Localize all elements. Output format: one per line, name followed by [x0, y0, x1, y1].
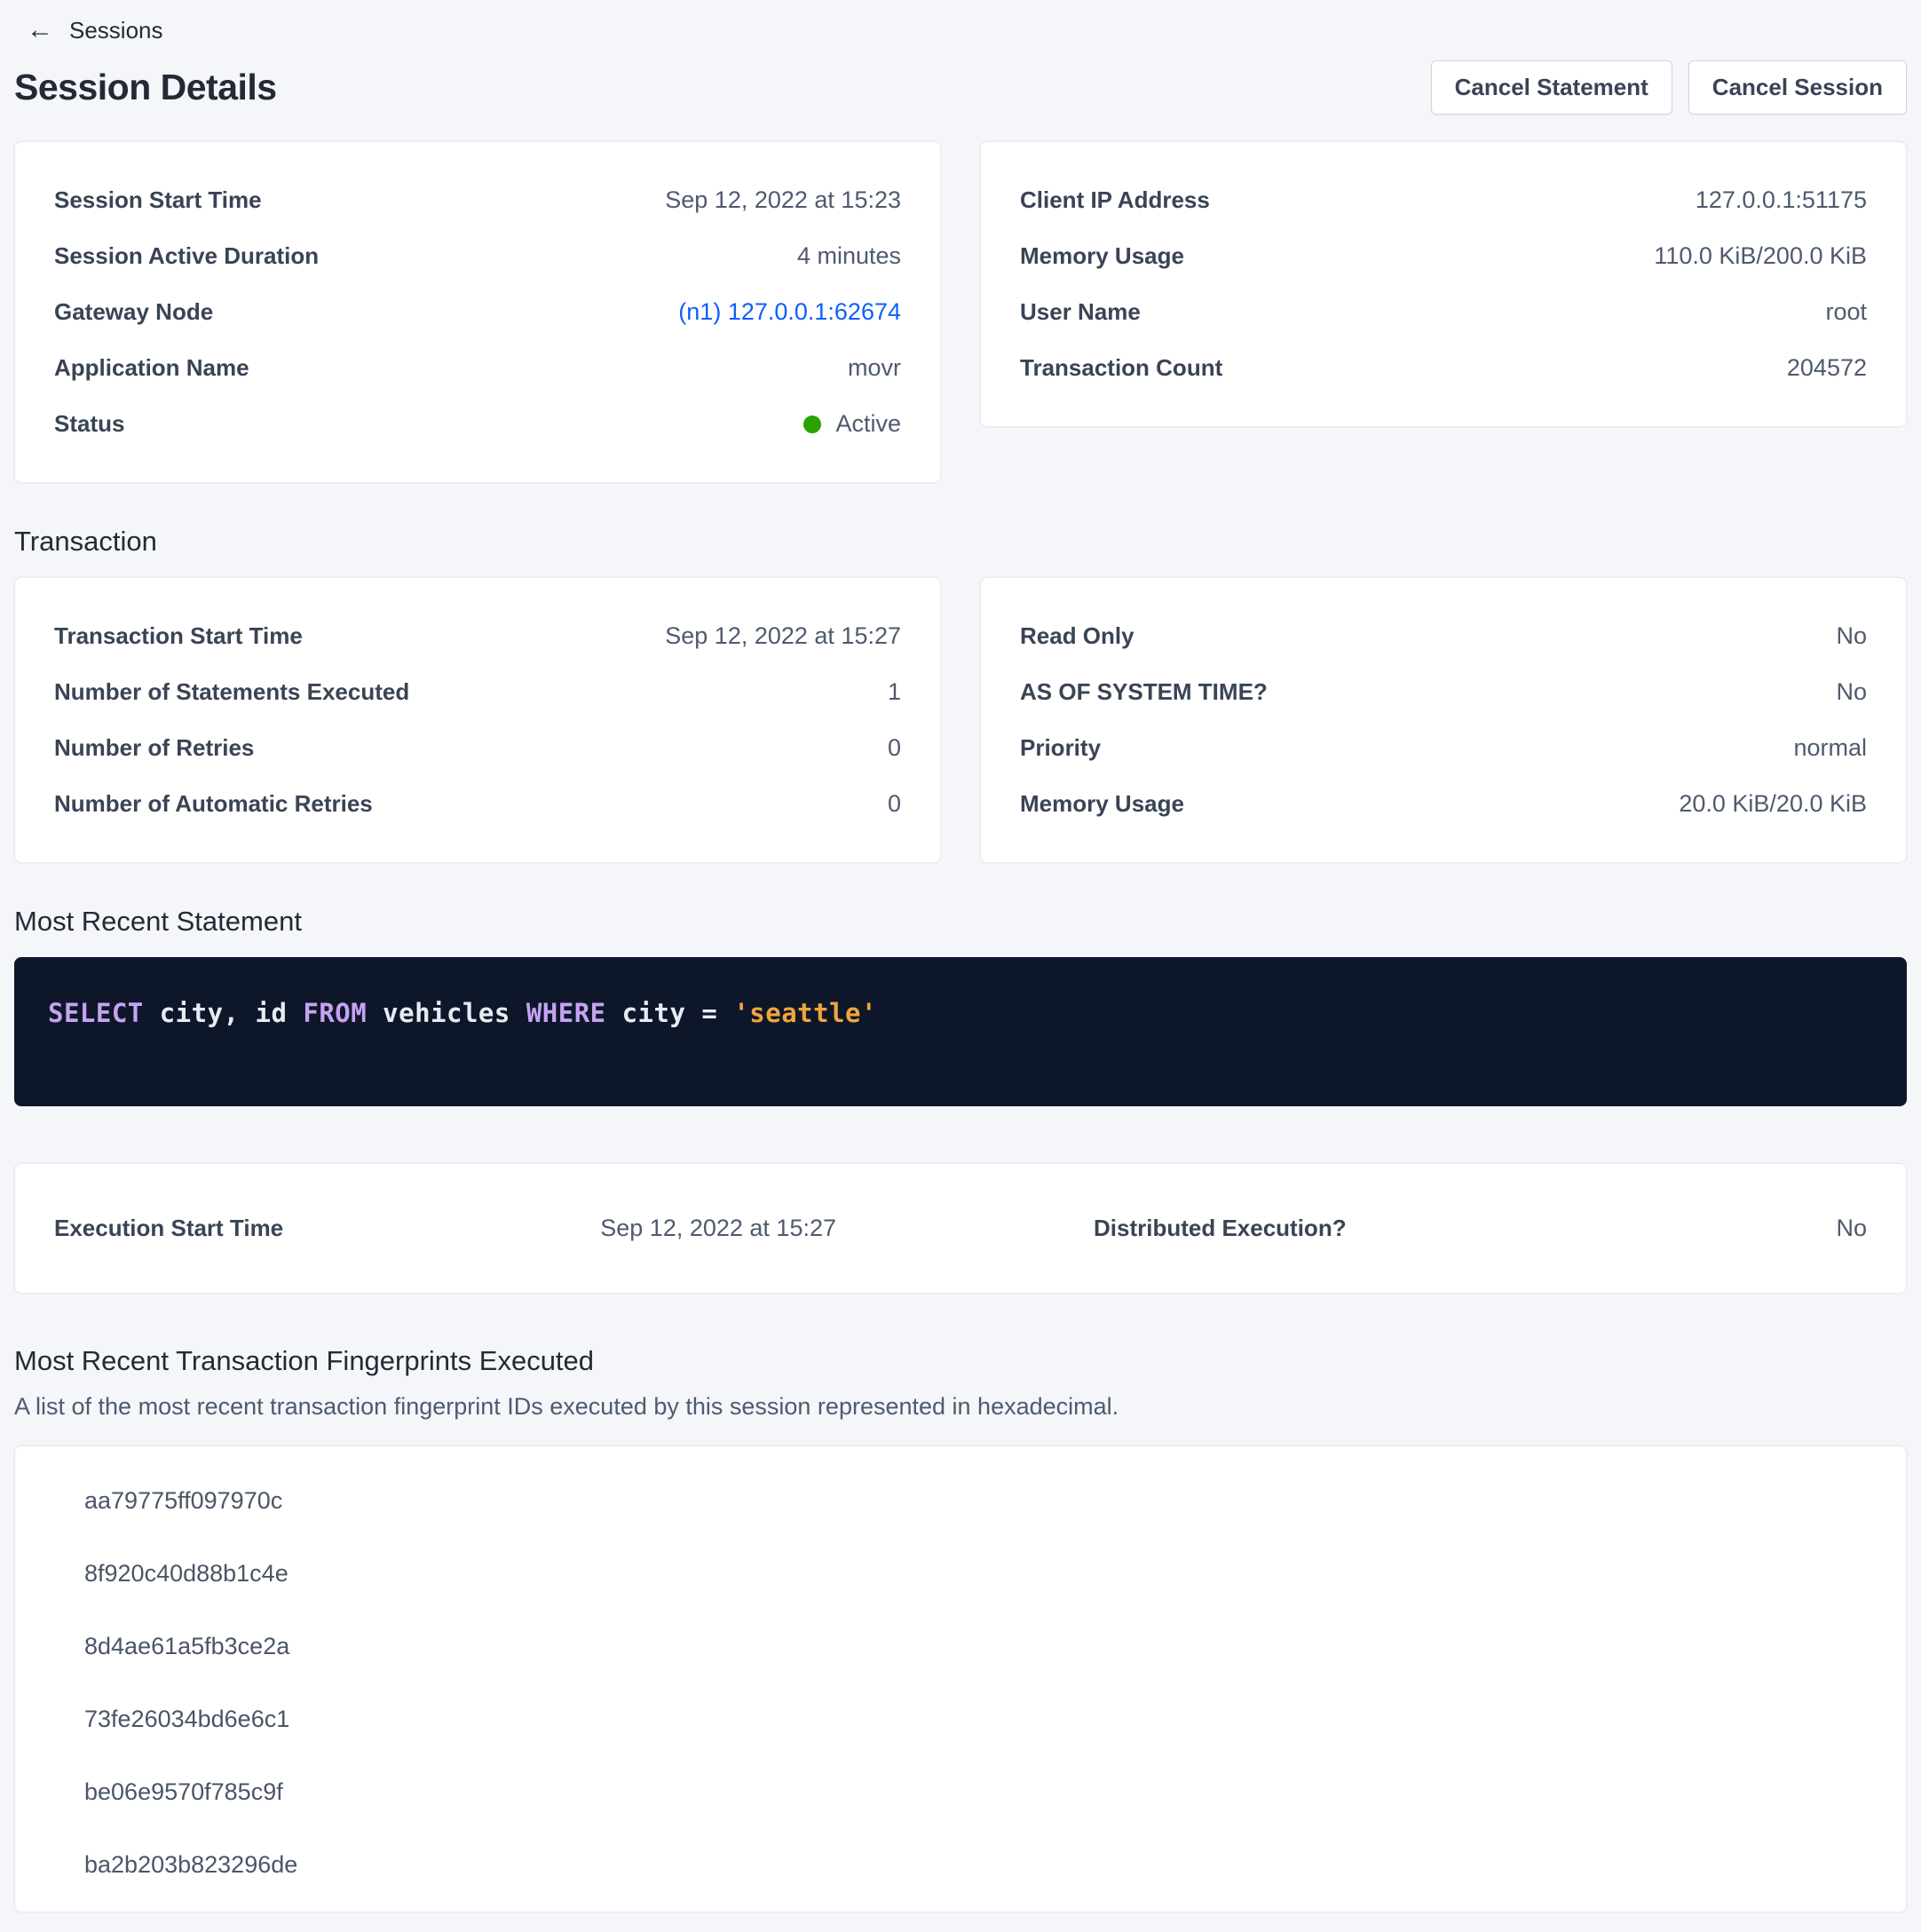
session-active-duration-label: Session Active Duration	[54, 242, 319, 270]
sql-keyword: WHERE	[526, 998, 606, 1028]
back-arrow-icon: ←	[27, 17, 53, 44]
priority-row: Priority normal	[1020, 720, 1867, 776]
sql-string-literal: 'seattle'	[733, 998, 877, 1028]
session-info-card-right: Client IP Address 127.0.0.1:51175 Memory…	[980, 141, 1907, 427]
session-info-card-left: Session Start Time Sep 12, 2022 at 15:23…	[14, 141, 941, 483]
application-name-value: movr	[848, 354, 901, 382]
distributed-execution-value: No	[1836, 1215, 1867, 1242]
read-only-value: No	[1836, 622, 1867, 650]
automatic-retries-row: Number of Automatic Retries 0	[54, 776, 901, 832]
automatic-retries-value: 0	[888, 790, 901, 818]
execution-start-time-row: Execution Start Time Sep 12, 2022 at 15:…	[54, 1200, 960, 1256]
fingerprint-list-item: 8f920c40d88b1c4e	[54, 1537, 1867, 1610]
breadcrumb[interactable]: ← Sessions	[27, 14, 1907, 46]
cancel-statement-button[interactable]: Cancel Statement	[1431, 60, 1672, 115]
read-only-label: Read Only	[1020, 622, 1134, 650]
fingerprint-list-item: 73fe26034bd6e6c1	[54, 1683, 1867, 1755]
statements-executed-value: 1	[888, 678, 901, 706]
session-start-time-value: Sep 12, 2022 at 15:23	[665, 186, 901, 214]
priority-value: normal	[1793, 734, 1867, 762]
header-actions: Cancel Statement Cancel Session	[1431, 60, 1907, 115]
status-text: Active	[835, 410, 901, 438]
session-summary-section: Session Start Time Sep 12, 2022 at 15:23…	[14, 141, 1907, 483]
transaction-start-time-row: Transaction Start Time Sep 12, 2022 at 1…	[54, 608, 901, 664]
as-of-system-time-row: AS OF SYSTEM TIME? No	[1020, 664, 1867, 720]
transaction-start-time-label: Transaction Start Time	[54, 622, 303, 650]
as-of-system-time-label: AS OF SYSTEM TIME?	[1020, 678, 1268, 706]
sql-keyword: FROM	[303, 998, 367, 1028]
page-header: Session Details Cancel Statement Cancel …	[14, 60, 1907, 115]
fingerprint-list-item: aa79775ff097970c	[54, 1464, 1867, 1537]
execution-start-time-value: Sep 12, 2022 at 15:27	[600, 1215, 836, 1242]
fingerprints-section-heading: Most Recent Transaction Fingerprints Exe…	[14, 1345, 1907, 1377]
application-name-row: Application Name movr	[54, 340, 901, 396]
transaction-start-time-value: Sep 12, 2022 at 15:27	[665, 622, 901, 650]
gateway-node-row: Gateway Node (n1) 127.0.0.1:62674	[54, 284, 901, 340]
transaction-count-row: Transaction Count 204572	[1020, 340, 1867, 396]
execution-info-card: Execution Start Time Sep 12, 2022 at 15:…	[14, 1163, 1907, 1294]
transaction-count-value: 204572	[1787, 354, 1867, 382]
transaction-card-right: Read Only No AS OF SYSTEM TIME? No Prior…	[980, 577, 1907, 863]
sql-keyword: SELECT	[48, 998, 144, 1028]
status-active-dot-icon	[803, 416, 821, 433]
breadcrumb-sessions-link[interactable]: Sessions	[69, 17, 163, 44]
session-memory-usage-row: Memory Usage 110.0 KiB/200.0 KiB	[1020, 228, 1867, 284]
client-ip-value: 127.0.0.1:51175	[1696, 186, 1867, 214]
retries-row: Number of Retries 0	[54, 720, 901, 776]
read-only-row: Read Only No	[1020, 608, 1867, 664]
automatic-retries-label: Number of Automatic Retries	[54, 790, 373, 818]
retries-value: 0	[888, 734, 901, 762]
session-start-time-label: Session Start Time	[54, 186, 262, 214]
session-start-time-row: Session Start Time Sep 12, 2022 at 15:23	[54, 172, 901, 228]
transaction-memory-usage-label: Memory Usage	[1020, 790, 1184, 818]
priority-label: Priority	[1020, 734, 1101, 762]
client-ip-row: Client IP Address 127.0.0.1:51175	[1020, 172, 1867, 228]
transaction-section: Transaction Start Time Sep 12, 2022 at 1…	[14, 577, 1907, 863]
status-row: Status Active	[54, 396, 901, 452]
fingerprint-list-item: be06e9570f785c9f	[54, 1755, 1867, 1828]
fingerprints-card: aa79775ff097970c 8f920c40d88b1c4e 8d4ae6…	[14, 1445, 1907, 1912]
page-title: Session Details	[14, 67, 277, 108]
session-details-page: ← Sessions Session Details Cancel Statem…	[0, 0, 1921, 1930]
client-ip-label: Client IP Address	[1020, 186, 1210, 214]
retries-label: Number of Retries	[54, 734, 254, 762]
session-memory-usage-value: 110.0 KiB/200.0 KiB	[1654, 242, 1867, 270]
application-name-label: Application Name	[54, 354, 249, 382]
session-active-duration-value: 4 minutes	[797, 242, 901, 270]
transaction-section-heading: Transaction	[14, 526, 1907, 558]
transaction-count-label: Transaction Count	[1020, 354, 1222, 382]
user-name-value: root	[1825, 298, 1867, 326]
most-recent-statement-heading: Most Recent Statement	[14, 906, 1907, 938]
as-of-system-time-value: No	[1836, 678, 1867, 706]
session-active-duration-row: Session Active Duration 4 minutes	[54, 228, 901, 284]
sql-text: vehicles	[367, 998, 526, 1028]
status-label: Status	[54, 410, 124, 438]
sql-statement-box: SELECT city, id FROM vehicles WHERE city…	[14, 957, 1907, 1106]
statements-executed-row: Number of Statements Executed 1	[54, 664, 901, 720]
transaction-memory-usage-row: Memory Usage 20.0 KiB/20.0 KiB	[1020, 776, 1867, 832]
gateway-node-label: Gateway Node	[54, 298, 213, 326]
distributed-execution-label: Distributed Execution?	[1094, 1215, 1347, 1242]
user-name-row: User Name root	[1020, 284, 1867, 340]
cancel-session-button[interactable]: Cancel Session	[1688, 60, 1907, 115]
execution-start-time-label: Execution Start Time	[54, 1215, 283, 1242]
session-memory-usage-label: Memory Usage	[1020, 242, 1184, 270]
statements-executed-label: Number of Statements Executed	[54, 678, 409, 706]
user-name-label: User Name	[1020, 298, 1141, 326]
sql-text: city =	[606, 998, 734, 1028]
sql-text: city, id	[144, 998, 304, 1028]
status-value: Active	[803, 410, 901, 438]
fingerprint-list-item: ba2b203b823296de	[54, 1828, 1867, 1901]
distributed-execution-row: Distributed Execution? No	[960, 1200, 1867, 1256]
transaction-card-left: Transaction Start Time Sep 12, 2022 at 1…	[14, 577, 941, 863]
fingerprints-description: A list of the most recent transaction fi…	[14, 1393, 1907, 1421]
fingerprint-list-item: 8d4ae61a5fb3ce2a	[54, 1610, 1867, 1683]
gateway-node-link[interactable]: (n1) 127.0.0.1:62674	[678, 298, 901, 326]
transaction-memory-usage-value: 20.0 KiB/20.0 KiB	[1679, 790, 1867, 818]
